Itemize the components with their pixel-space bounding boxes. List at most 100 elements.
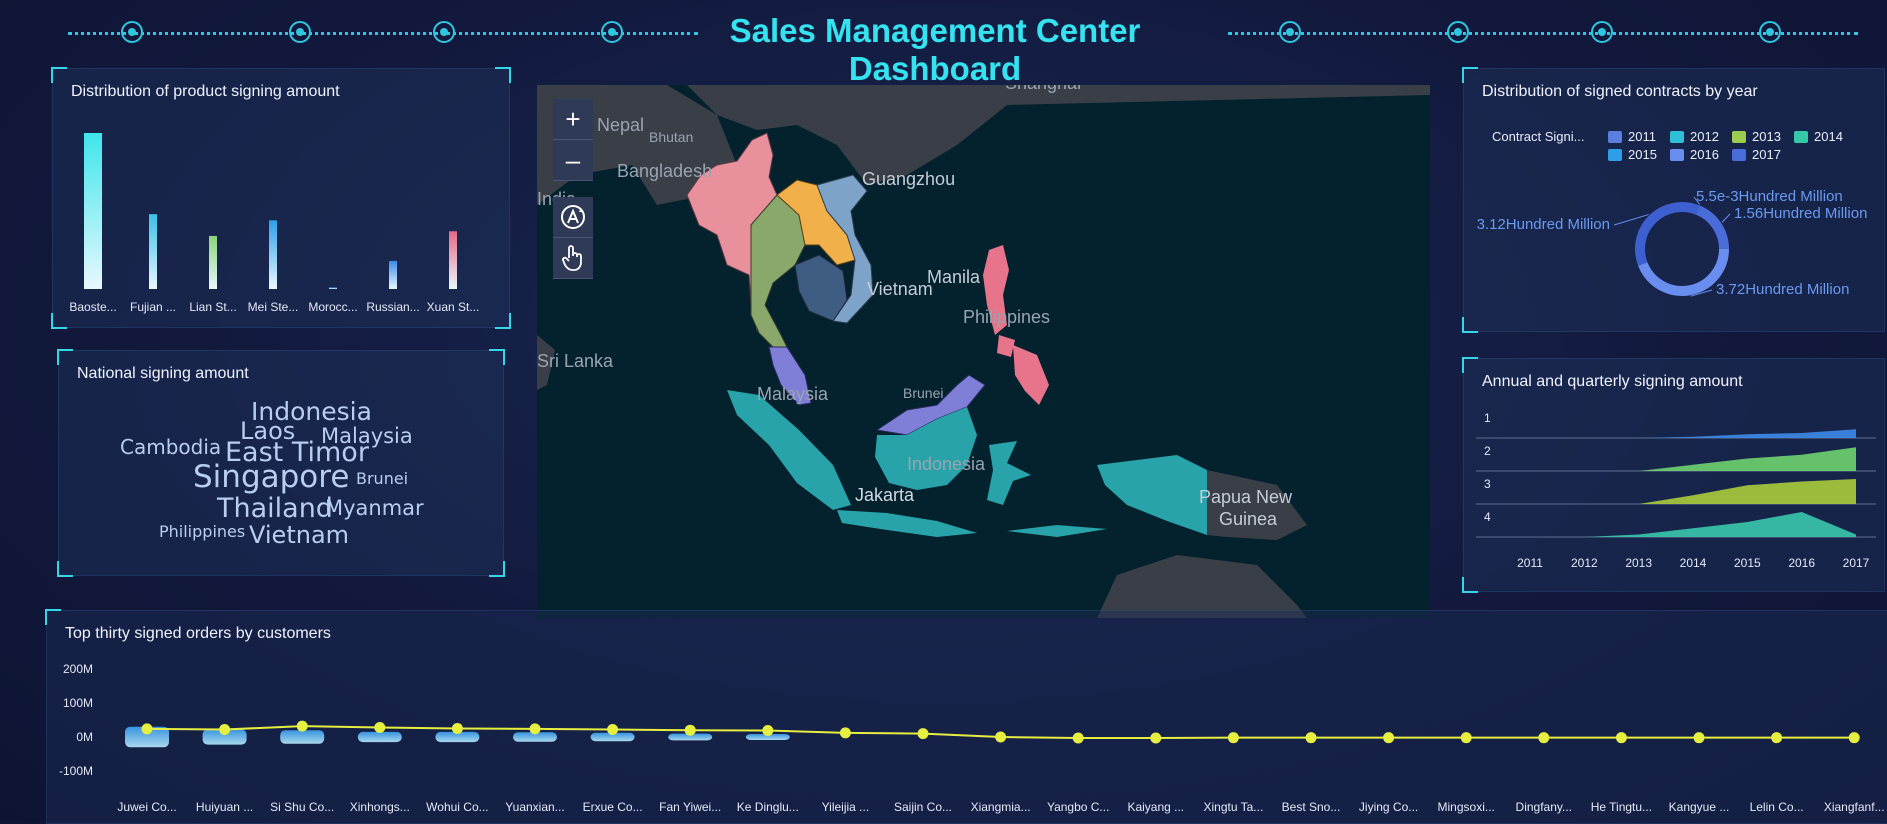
product-bar[interactable]: [149, 214, 157, 289]
product-bar[interactable]: [329, 287, 337, 289]
contracts-by-year-panel: Distribution of signed contracts by year…: [1462, 67, 1885, 333]
order-trend-point[interactable]: [451, 723, 463, 734]
year-tick-label: 2012: [1571, 556, 1598, 570]
area-series[interactable]: [1530, 429, 1856, 438]
y-tick-label: -100M: [59, 764, 93, 778]
country-indonesia-java: [837, 510, 977, 537]
customer-label: Fan Yiwei...: [659, 800, 721, 814]
country-philippines-south: [1013, 345, 1049, 405]
area-series[interactable]: [1530, 479, 1856, 504]
donut-slice[interactable]: [1635, 202, 1701, 266]
hand-pointer-icon: [562, 245, 582, 271]
target-icon: [1447, 21, 1469, 43]
map-label: Bangladesh: [617, 161, 712, 181]
order-trend-point[interactable]: [1771, 732, 1783, 744]
customer-label: Lelin Co...: [1750, 800, 1804, 814]
order-trend-point[interactable]: [917, 728, 929, 740]
donut-slice[interactable]: [1696, 205, 1729, 250]
order-trend-point[interactable]: [1848, 732, 1860, 744]
product-category-label: Mei Ste...: [248, 300, 299, 314]
order-trend-point[interactable]: [529, 723, 541, 735]
map-view[interactable]: Shanghai Nepal Bhutan Bangladesh Guangzh…: [537, 85, 1430, 618]
pan-button[interactable]: [553, 238, 593, 279]
customer-label: He Tingtu...: [1591, 800, 1652, 814]
customer-label: Yangbo C...: [1047, 800, 1109, 814]
year-tick-label: 2013: [1625, 556, 1652, 570]
cloud-word-myanmar[interactable]: Myanmar: [325, 496, 424, 520]
country-indonesia-sulawesi: [987, 441, 1031, 505]
map-label: Papua New: [1199, 487, 1293, 507]
order-trend-point[interactable]: [684, 724, 696, 736]
map-label: Guinea: [1219, 509, 1278, 529]
orders-combo-chart: 200M 100M 0M -100M Juwei Co... Huiyuan ... Si …: [59, 662, 1885, 814]
cloud-word-singapore[interactable]: Singapore: [193, 459, 349, 495]
row-label: 4: [1484, 510, 1491, 524]
order-trend-point[interactable]: [1693, 732, 1705, 744]
map-label: Manila: [927, 267, 981, 287]
customer-label: Si Shu Co...: [270, 800, 334, 814]
order-trend-point[interactable]: [1383, 732, 1395, 744]
customer-label: Xiangmia...: [971, 800, 1031, 814]
map-label: Philippines: [963, 307, 1050, 327]
order-trend-point[interactable]: [1150, 732, 1162, 744]
order-bar[interactable]: [280, 730, 325, 744]
target-icon: [1279, 21, 1301, 43]
customer-label: Mingsoxi...: [1438, 800, 1495, 814]
land-australia: [1097, 555, 1307, 618]
land-china: [687, 85, 1430, 185]
map-label: Jakarta: [855, 485, 915, 505]
order-trend-point[interactable]: [762, 725, 774, 737]
product-category-label: Morocc...: [308, 300, 357, 314]
country-philippines-mid: [997, 335, 1015, 357]
donut-slice-label: 3.12Hundred Million: [1477, 216, 1610, 233]
map-label: Indonesia: [907, 454, 986, 474]
order-bar[interactable]: [357, 731, 402, 743]
order-trend-point[interactable]: [141, 723, 153, 735]
zoom-out-button[interactable]: –: [553, 140, 593, 181]
country-indonesia-islands: [1007, 525, 1107, 537]
product-bar[interactable]: [84, 133, 102, 289]
product-bar[interactable]: [389, 260, 397, 289]
cloud-word-thailand[interactable]: Thailand: [217, 493, 333, 524]
cloud-word-brunei[interactable]: Brunei: [356, 469, 408, 488]
order-trend-point[interactable]: [839, 727, 851, 739]
order-trend-point[interactable]: [1305, 732, 1317, 744]
auto-rotate-button[interactable]: [553, 197, 593, 238]
order-trend-point[interactable]: [374, 721, 386, 733]
area-series[interactable]: [1530, 512, 1856, 537]
order-trend-point[interactable]: [296, 720, 308, 732]
product-category-label: Fujian ...: [130, 300, 176, 314]
zoom-in-button[interactable]: +: [553, 99, 593, 140]
order-trend-point[interactable]: [607, 724, 619, 736]
area-series[interactable]: [1530, 447, 1856, 471]
order-trend-point[interactable]: [1615, 732, 1627, 744]
order-trend-point[interactable]: [1460, 732, 1472, 744]
product-bar[interactable]: [209, 235, 217, 289]
top-orders-panel: Top thirty signed orders by customers 20…: [45, 609, 1887, 824]
order-trend-point[interactable]: [219, 724, 231, 736]
annual-quarterly-panel: Annual and quarterly signing amount 1234…: [1462, 357, 1885, 593]
southeast-asia-map[interactable]: Shanghai Nepal Bhutan Bangladesh Guangzh…: [537, 85, 1430, 618]
panel-title: National signing amount: [77, 365, 249, 382]
order-trend-point[interactable]: [995, 731, 1007, 743]
country-indonesia-sumatra: [727, 390, 851, 510]
product-bar[interactable]: [449, 231, 457, 289]
target-icon: [1591, 21, 1613, 43]
order-trend-point[interactable]: [1072, 732, 1084, 744]
cloud-word-cambodia[interactable]: Cambodia: [120, 435, 221, 459]
cloud-word-vietnam[interactable]: Vietnam: [249, 521, 349, 549]
target-icon: [601, 21, 623, 43]
donut-slice-label: 3.72Hundred Million: [1716, 281, 1849, 298]
order-trend-point[interactable]: [1538, 732, 1550, 744]
order-trend-point[interactable]: [1227, 732, 1239, 744]
year-tick-label: 2017: [1843, 556, 1870, 570]
cloud-word-philippines[interactable]: Philippines: [159, 522, 245, 541]
target-icon: [1759, 21, 1781, 43]
customer-label: Xiangfanf...: [1824, 800, 1885, 814]
map-label: Vietnam: [867, 279, 933, 299]
donut-slice[interactable]: [1638, 248, 1730, 296]
product-signing-panel: Distribution of product signing amount B…: [51, 67, 511, 329]
country-indonesia-papua: [1097, 455, 1207, 535]
customer-label: Xingtu Ta...: [1203, 800, 1263, 814]
product-bar[interactable]: [269, 220, 277, 289]
